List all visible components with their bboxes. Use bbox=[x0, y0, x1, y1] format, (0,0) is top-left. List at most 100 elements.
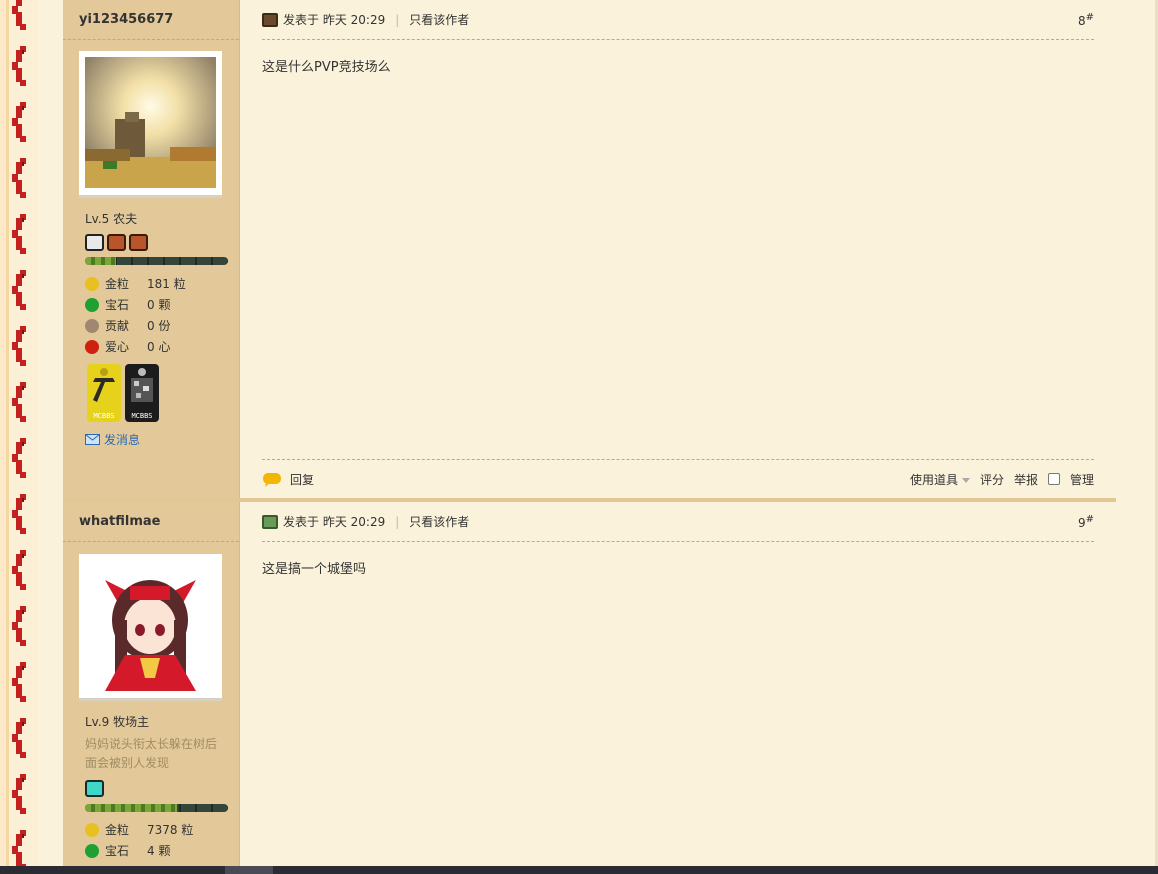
posted-time: 昨天 20:29 bbox=[322, 515, 386, 529]
manage-checkbox[interactable] bbox=[1047, 473, 1060, 485]
border-ornament bbox=[10, 326, 28, 366]
envelope-icon bbox=[85, 434, 100, 445]
user-stats: 金粒 181 粒宝石 0 颗贡献 0 份爱心 0 心 bbox=[85, 273, 186, 357]
author-mini-avatar-icon bbox=[262, 12, 278, 27]
reply-button[interactable]: 回复 bbox=[262, 471, 314, 488]
border-ornament bbox=[10, 382, 28, 422]
floor-number-value: 8 bbox=[1077, 13, 1086, 28]
post-content: 这是什么PVP竞技场么 bbox=[262, 60, 391, 75]
left-decorative-border bbox=[0, 0, 38, 874]
stat-row: 贡献 0 份 bbox=[85, 315, 186, 336]
only-author-link[interactable]: 只看该作者 bbox=[409, 11, 469, 28]
rate-link[interactable]: 评分 bbox=[980, 471, 1004, 488]
diamond-helmet-icon bbox=[85, 780, 104, 797]
pickaxe-badge[interactable]: MCBBS bbox=[87, 364, 121, 422]
send-message-link[interactable]: 发消息 bbox=[85, 431, 140, 448]
gold-nugget-icon bbox=[85, 276, 99, 291]
ore-icon bbox=[131, 368, 153, 402]
taskbar bbox=[0, 866, 1158, 874]
stat-value: 0 心 bbox=[147, 340, 171, 354]
author-name[interactable]: whatfilmae bbox=[63, 502, 239, 542]
author-sidebar: whatfilmae Lv.9 牧场主 妈妈说头衔太长躲在树后面会被别人发现 金… bbox=[63, 502, 240, 874]
level-progress-fill bbox=[85, 257, 117, 265]
border-ornament bbox=[10, 158, 28, 198]
reply-bubble-icon bbox=[263, 473, 281, 487]
user-level: Lv.9 牧场主 bbox=[85, 715, 150, 729]
author-mini-avatar-icon bbox=[262, 514, 278, 529]
level-progress-bar bbox=[85, 804, 228, 812]
stat-label: 宝石 bbox=[105, 844, 130, 858]
page-gutter bbox=[38, 0, 63, 874]
level-progress-fill bbox=[85, 804, 177, 812]
border-ornament bbox=[10, 550, 28, 590]
border-ornament bbox=[10, 0, 28, 30]
taskbar-item[interactable] bbox=[225, 866, 273, 874]
border-ornament bbox=[10, 438, 28, 478]
badge-text: MCBBS bbox=[93, 412, 115, 420]
send-message-label: 发消息 bbox=[104, 433, 141, 447]
border-ornament bbox=[10, 718, 28, 758]
author-name[interactable]: yi123456677 bbox=[63, 0, 239, 40]
border-ornament bbox=[10, 214, 28, 254]
author-sidebar: yi123456677 Lv.5 农夫 金粒 181 粒 宝石 0 颗 贡献 0… bbox=[63, 0, 240, 498]
emerald-icon bbox=[85, 297, 99, 312]
border-ornament bbox=[10, 830, 28, 870]
iron-helmet-icon bbox=[85, 234, 104, 251]
stat-label: 金粒 bbox=[105, 823, 130, 837]
floor-number-value: 9 bbox=[1077, 515, 1086, 530]
stat-row: 金粒 7378 粒 bbox=[85, 819, 193, 840]
post-floor-8: yi123456677 Lv.5 农夫 金粒 181 粒 宝石 0 颗 贡献 0… bbox=[63, 0, 1116, 498]
apple-heart-icon bbox=[85, 339, 99, 354]
divider: | bbox=[395, 12, 400, 27]
stat-label: 宝石 bbox=[105, 298, 130, 312]
badge-text: MCBBS bbox=[131, 412, 153, 420]
stat-label: 爱心 bbox=[105, 340, 130, 354]
post-actions: 回复 使用道具 评分 举报 管理 bbox=[262, 459, 1094, 498]
level-progress-bar bbox=[85, 257, 228, 265]
custom-title: 妈妈说头衔太长躲在树后面会被别人发现 bbox=[85, 737, 218, 770]
border-ornament bbox=[10, 662, 28, 702]
reply-label: 回复 bbox=[290, 472, 315, 487]
user-badges: MCBBS MCBBS bbox=[87, 364, 159, 422]
avatar[interactable] bbox=[79, 554, 222, 701]
floor-number[interactable]: 9# bbox=[1078, 514, 1094, 530]
manage-label[interactable]: 管理 bbox=[1070, 471, 1094, 488]
only-author-link[interactable]: 只看该作者 bbox=[409, 513, 469, 530]
post-header: 发表于 昨天 20:29 | 只看该作者 9# bbox=[262, 502, 1094, 542]
stat-value: 0 份 bbox=[147, 319, 171, 333]
post-tools: 使用道具 评分 举报 管理 bbox=[910, 471, 1094, 488]
stat-value: 4 颗 bbox=[147, 844, 171, 858]
avatar[interactable] bbox=[79, 51, 222, 198]
stat-value: 0 颗 bbox=[147, 298, 171, 312]
border-ornament bbox=[10, 102, 28, 142]
gold-nugget-icon bbox=[85, 822, 99, 837]
user-stats: 金粒 7378 粒宝石 4 颗 bbox=[85, 819, 193, 861]
post-main: 发表于 昨天 20:29 | 只看该作者 8# 这是什么PVP竞技场么 回复 使… bbox=[262, 0, 1094, 498]
stat-value: 181 粒 bbox=[147, 277, 186, 291]
posted-time: 昨天 20:29 bbox=[322, 13, 386, 27]
contribution-icon bbox=[85, 318, 99, 333]
stat-row: 爱心 0 心 bbox=[85, 336, 186, 357]
chevron-down-icon bbox=[961, 477, 970, 483]
divider: | bbox=[395, 514, 400, 529]
border-ornament bbox=[10, 606, 28, 646]
use-item-dropdown[interactable]: 使用道具 bbox=[910, 471, 970, 488]
avatar-image bbox=[85, 57, 216, 188]
stat-row: 金粒 181 粒 bbox=[85, 273, 186, 294]
ore-badge[interactable]: MCBBS bbox=[125, 364, 159, 422]
floor-number[interactable]: 8# bbox=[1078, 12, 1094, 28]
posted-label: 发表于 bbox=[283, 515, 320, 529]
report-link[interactable]: 举报 bbox=[1014, 471, 1038, 488]
stat-value: 7378 粒 bbox=[147, 823, 194, 837]
stat-row: 宝石 4 颗 bbox=[85, 840, 193, 861]
floor-mark: # bbox=[1085, 513, 1094, 525]
post-main: 发表于 昨天 20:29 | 只看该作者 9# 这是搞一个城堡吗 bbox=[262, 502, 1094, 874]
posted-label: 发表于 bbox=[283, 13, 320, 27]
user-level: Lv.5 农夫 bbox=[85, 212, 138, 226]
avatar-image bbox=[85, 560, 216, 691]
border-ornament bbox=[10, 774, 28, 814]
stat-label: 贡献 bbox=[105, 319, 130, 333]
use-item-label: 使用道具 bbox=[909, 472, 958, 487]
border-ornament bbox=[10, 494, 28, 534]
pickaxe-icon bbox=[93, 368, 115, 402]
